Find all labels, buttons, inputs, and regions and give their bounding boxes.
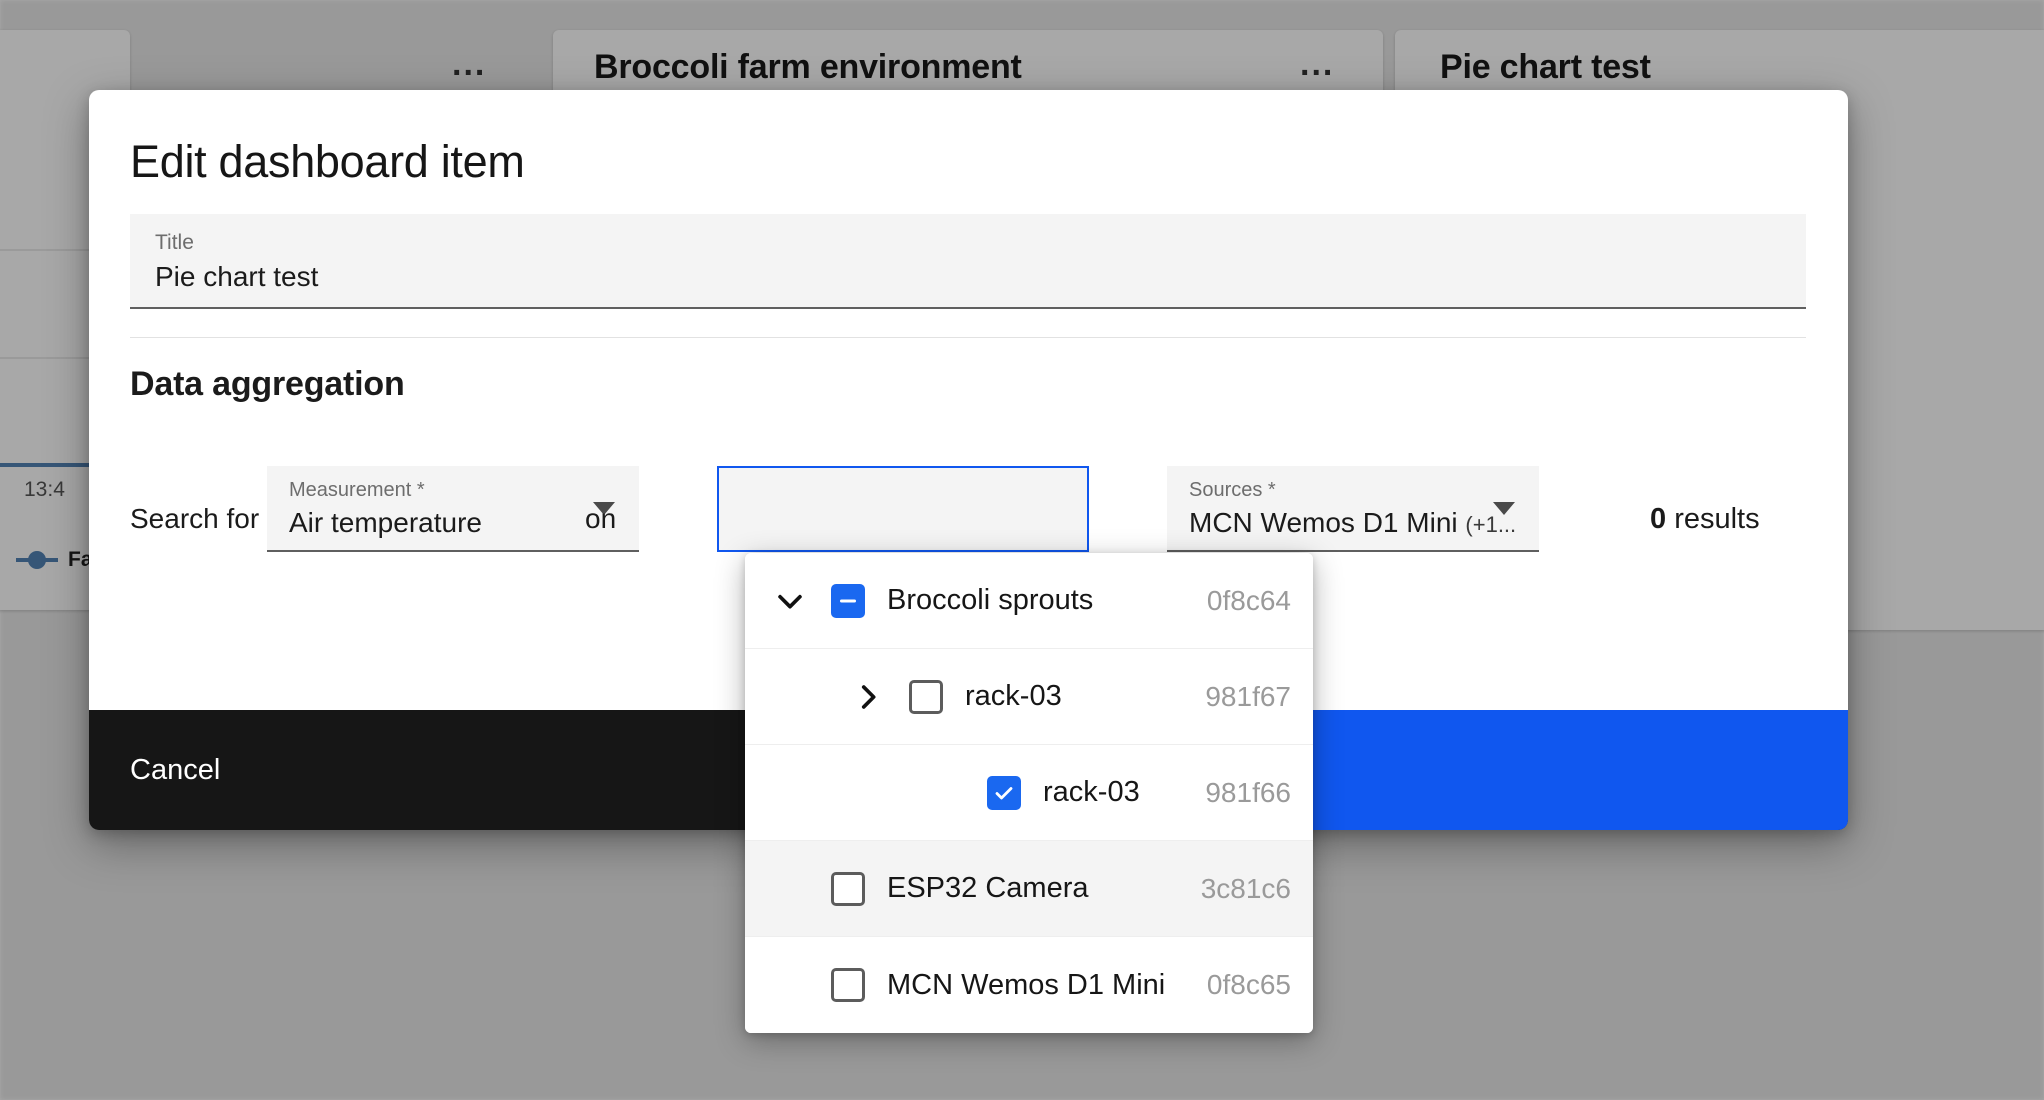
tree-toggle-spacer: [923, 770, 969, 816]
tree-row-id: 0f8c64: [1206, 584, 1291, 616]
measurement-select-value: Air temperature: [289, 507, 482, 538]
aggregation-row: Search for Measurement * Air temperature…: [130, 455, 1830, 565]
sources-value-text: MCN Wemos D1 Mini: [1189, 507, 1458, 538]
variable-select[interactable]: [717, 466, 1089, 552]
chevron-down-icon[interactable]: [1493, 502, 1515, 515]
tree-checkbox-wrap[interactable]: [909, 679, 943, 714]
tree-row-label: Broccoli sprouts: [887, 584, 1094, 616]
checkbox-checked-icon[interactable]: [987, 775, 1021, 810]
tree-row-label: ESP32 Camera: [887, 872, 1089, 904]
tree-row-id: 981f66: [1205, 776, 1291, 808]
checkbox-unchecked-icon[interactable]: [909, 679, 943, 714]
on-label: on: [585, 503, 617, 534]
tree-row[interactable]: Broccoli sprouts 0f8c64: [745, 553, 1313, 649]
tree-row[interactable]: rack-03 981f66: [745, 745, 1313, 841]
measurement-select-label: Measurement *: [289, 479, 425, 501]
tree-checkbox-wrap[interactable]: [831, 583, 865, 618]
data-aggregation-heading: Data aggregation: [130, 365, 405, 403]
tree-row-id: 981f67: [1205, 680, 1291, 712]
sources-value-suffix: (+1...: [1465, 512, 1517, 537]
title-input-label: Title: [155, 231, 194, 254]
measurement-select[interactable]: Measurement * Air temperature: [267, 466, 639, 552]
tree-row[interactable]: rack-03 981f67: [745, 649, 1313, 745]
tree-row-label: rack-03: [1043, 776, 1140, 808]
tree-row-id: 0f8c65: [1206, 969, 1291, 1000]
section-divider: [130, 337, 1806, 338]
chevron-right-icon[interactable]: [845, 674, 891, 720]
sources-select[interactable]: Sources * MCN Wemos D1 Mini (+1...: [1167, 466, 1539, 552]
tree-checkbox-wrap[interactable]: [831, 871, 865, 906]
sources-select-value: MCN Wemos D1 Mini (+1...: [1189, 507, 1516, 539]
tree-checkbox-wrap[interactable]: [831, 968, 865, 1002]
checkbox-indeterminate-icon[interactable]: [831, 583, 865, 618]
tree-row-id: 3c81c6: [1200, 872, 1291, 904]
results-count-number: 0: [1650, 503, 1667, 535]
cancel-button[interactable]: Cancel: [130, 710, 220, 830]
checkbox-unchecked-icon[interactable]: [831, 871, 865, 906]
checkbox-unchecked-icon[interactable]: [831, 968, 865, 1002]
results-count-word: results: [1674, 503, 1760, 535]
tree-row-label: rack-03: [965, 680, 1062, 712]
sources-select-label: Sources *: [1189, 479, 1276, 501]
save-button[interactable]: [1303, 710, 1848, 830]
tree-row[interactable]: MCN Wemos D1 Mini 0f8c65: [745, 937, 1313, 1033]
search-for-label: Search for: [130, 503, 260, 534]
tree-toggle-spacer: [767, 962, 813, 1008]
sources-tree-dropdown[interactable]: Broccoli sprouts 0f8c64 rack-03 981f67 rack-…: [745, 553, 1313, 1033]
dialog-heading: Edit dashboard item: [130, 136, 525, 187]
tree-row-label: MCN Wemos D1 Mini: [887, 968, 1166, 1001]
title-input-field[interactable]: Title Pie chart test: [130, 214, 1806, 309]
results-count: 0 results: [1650, 503, 1760, 536]
chevron-down-icon[interactable]: [767, 578, 813, 624]
tree-toggle-spacer: [767, 866, 813, 912]
tree-checkbox-wrap[interactable]: [971, 759, 1037, 826]
title-input-value: Pie chart test: [155, 261, 319, 292]
tree-row[interactable]: ESP32 Camera 3c81c6: [745, 841, 1313, 937]
